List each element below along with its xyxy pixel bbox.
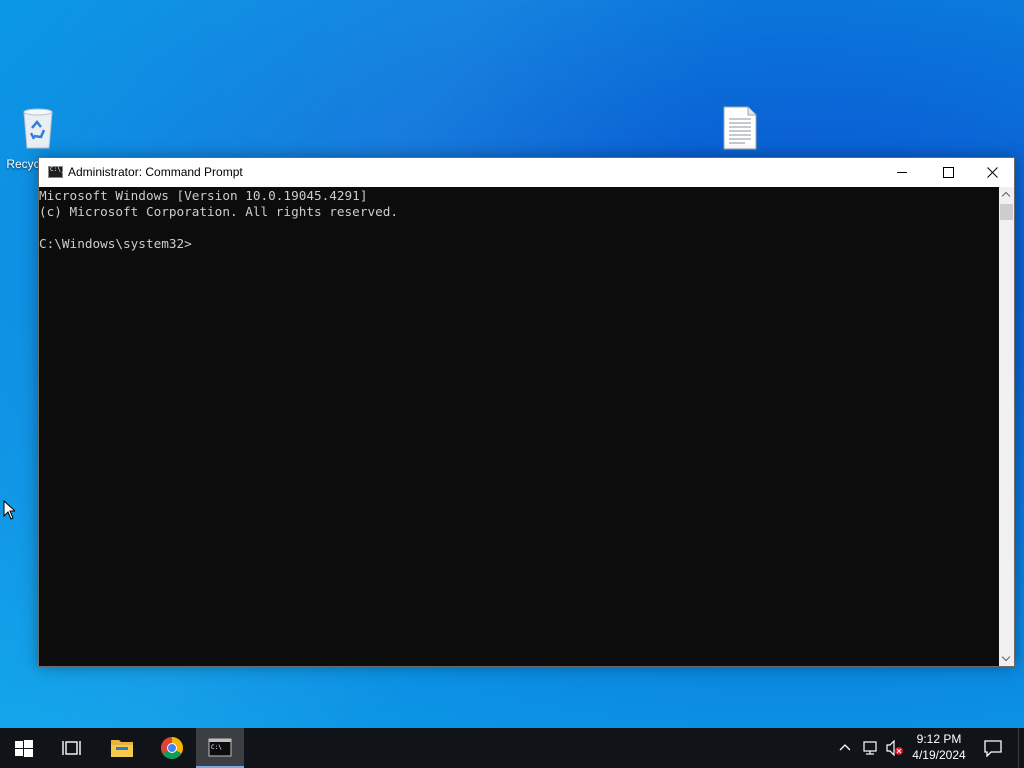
console-prompt-line[interactable]: C:\Windows\system32> [39, 236, 999, 252]
show-hidden-icons-button[interactable] [836, 728, 856, 768]
task-view-button[interactable] [48, 728, 96, 768]
chrome-button[interactable] [148, 728, 196, 768]
volume-button[interactable] [884, 728, 906, 768]
mouse-cursor-icon [3, 500, 15, 520]
show-desktop-button[interactable] [1018, 728, 1024, 768]
window-title: Administrator: Command Prompt [68, 165, 243, 179]
start-button[interactable] [0, 728, 48, 768]
scroll-up-button[interactable] [999, 187, 1014, 202]
volume-muted-icon [886, 740, 903, 756]
desktop-icon-text-document[interactable] [704, 106, 776, 157]
clock-time: 9:12 PM [916, 732, 962, 746]
notification-icon [984, 740, 1002, 757]
system-clock[interactable]: 9:12 PM 4/19/2024 [908, 731, 970, 763]
vertical-scrollbar[interactable] [999, 187, 1014, 666]
command-prompt-taskbar-button[interactable]: C:\ [196, 728, 244, 768]
console-output[interactable]: Microsoft Windows [Version 10.0.19045.42… [39, 187, 999, 666]
network-icon [863, 741, 877, 755]
scroll-down-button[interactable] [999, 651, 1014, 666]
recycle-bin-icon [23, 108, 53, 149]
clock-date: 4/19/2024 [912, 748, 966, 762]
maximize-button[interactable] [925, 158, 971, 187]
network-status-button[interactable] [860, 728, 882, 768]
chevron-up-icon [839, 744, 851, 751]
command-prompt-window[interactable]: Administrator: Command Prompt Microsoft … [38, 157, 1015, 667]
title-bar[interactable]: Administrator: Command Prompt [39, 158, 1014, 187]
chrome-icon [161, 737, 183, 759]
scroll-thumb[interactable] [1000, 204, 1013, 220]
close-button[interactable] [969, 158, 1015, 187]
command-prompt-icon [48, 166, 64, 178]
folder-icon [111, 740, 133, 757]
command-prompt-icon: C:\ [208, 738, 232, 757]
file-explorer-button[interactable] [98, 728, 146, 768]
action-center-button[interactable] [980, 728, 1008, 768]
windows-logo-icon [15, 740, 33, 757]
console-line: (c) Microsoft Corporation. All rights re… [39, 204, 399, 219]
svg-text:C:\: C:\ [211, 744, 222, 751]
minimize-button[interactable] [879, 158, 925, 187]
close-icon [987, 167, 998, 178]
console-line: Microsoft Windows [Version 10.0.19045.42… [39, 188, 368, 203]
text-document-icon [723, 106, 757, 150]
taskbar: C:\ 9:12 PM 4/19/2024 [0, 728, 1024, 768]
task-view-icon [62, 741, 81, 755]
